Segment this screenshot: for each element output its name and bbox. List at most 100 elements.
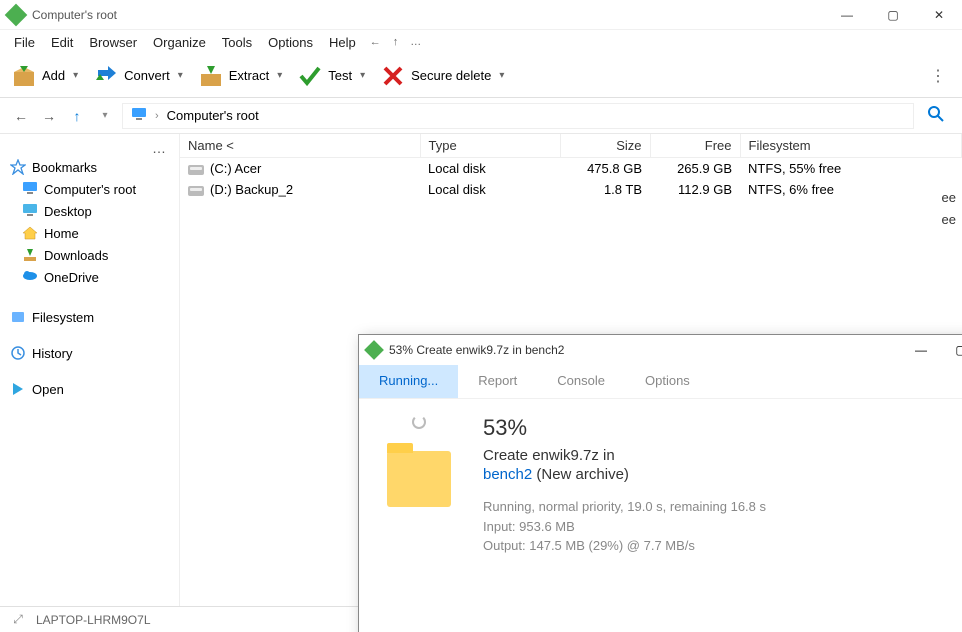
dialog-minimize-button[interactable]: — bbox=[901, 336, 941, 364]
menu-up-arrow-icon[interactable]: ↑ bbox=[387, 34, 405, 50]
history-label: History bbox=[32, 346, 72, 361]
expand-icon[interactable]: ⤢ bbox=[10, 612, 26, 627]
sidebar-item-downloads[interactable]: Downloads bbox=[4, 244, 175, 266]
nav-forward-icon[interactable]: → bbox=[38, 105, 60, 127]
sidebar-item-label: Downloads bbox=[44, 248, 108, 263]
progress-percent: 53% bbox=[483, 415, 962, 441]
menu-organize[interactable]: Organize bbox=[145, 33, 214, 52]
menu-edit[interactable]: Edit bbox=[43, 33, 81, 52]
col-fs[interactable]: Filesystem bbox=[740, 134, 962, 158]
sidebar-item-desktop[interactable]: Desktop bbox=[4, 200, 175, 222]
detail-lines: Running, normal priority, 19.0 s, remain… bbox=[483, 497, 962, 556]
col-free[interactable]: Free bbox=[650, 134, 740, 158]
target-suffix: (New archive) bbox=[532, 466, 629, 483]
target-link[interactable]: bench2 bbox=[483, 466, 532, 483]
sidebar-filesystem[interactable]: Filesystem bbox=[4, 306, 175, 328]
chevron-down-icon[interactable]: ▾ bbox=[73, 70, 78, 81]
minimize-button[interactable]: — bbox=[824, 0, 870, 30]
drive-icon bbox=[10, 309, 26, 325]
secure-delete-button[interactable]: Secure delete ▾ bbox=[375, 60, 510, 92]
cloud-icon bbox=[22, 269, 38, 285]
dialog-icon-column bbox=[379, 415, 459, 632]
tab-options[interactable]: Options bbox=[625, 365, 710, 398]
detail-input: Input: 953.6 MB bbox=[483, 517, 962, 537]
menu-file[interactable]: File bbox=[6, 33, 43, 52]
cell-free: 112.9 GB bbox=[650, 179, 740, 200]
main-area: … Bookmarks Computer's root Desktop Home… bbox=[0, 134, 962, 606]
menu-bar: File Edit Browser Organize Tools Options… bbox=[0, 30, 962, 54]
col-type[interactable]: Type bbox=[420, 134, 560, 158]
breadcrumb-chevron-icon: › bbox=[155, 110, 159, 122]
sidebar-item-root[interactable]: Computer's root bbox=[4, 178, 175, 200]
col-size[interactable]: Size bbox=[560, 134, 650, 158]
dialog-titlebar: 53% Create enwik9.7z in bench2 — ▢ ✕ bbox=[359, 335, 962, 365]
app-icon bbox=[5, 3, 28, 26]
menu-overflow-icon[interactable]: … bbox=[404, 34, 427, 50]
table-row[interactable]: (C:) Acer Local disk 475.8 GB 265.9 GB N… bbox=[180, 158, 962, 180]
test-button[interactable]: Test ▾ bbox=[292, 60, 371, 92]
convert-button[interactable]: Convert ▾ bbox=[88, 60, 189, 92]
path-text: Computer's root bbox=[167, 108, 259, 123]
nav-up-icon[interactable]: ↑ bbox=[66, 105, 88, 127]
menu-tools[interactable]: Tools bbox=[214, 33, 260, 52]
col-name[interactable]: Name < bbox=[180, 134, 420, 158]
close-button[interactable]: ✕ bbox=[916, 0, 962, 30]
file-list: Name < Type Size Free Filesystem (C:) Ac… bbox=[180, 134, 962, 606]
bookmarks-label: Bookmarks bbox=[32, 160, 97, 175]
home-icon bbox=[22, 225, 38, 241]
search-icon[interactable] bbox=[928, 106, 944, 126]
sidebar-open[interactable]: Open bbox=[4, 378, 175, 400]
maximize-button[interactable]: ▢ bbox=[870, 0, 916, 30]
dropdown-chevron-icon[interactable]: ▾ bbox=[94, 105, 116, 127]
extract-label: Extract bbox=[229, 68, 269, 83]
window-titlebar: Computer's root — ▢ ✕ bbox=[0, 0, 962, 30]
nav-back-icon[interactable]: ← bbox=[10, 105, 32, 127]
open-label: Open bbox=[32, 382, 64, 397]
chevron-down-icon[interactable]: ▾ bbox=[499, 70, 504, 81]
star-icon bbox=[10, 159, 26, 175]
sidebar-history[interactable]: History bbox=[4, 342, 175, 364]
sidebar-item-label: OneDrive bbox=[44, 270, 99, 285]
path-box[interactable]: › Computer's root bbox=[122, 103, 914, 129]
toolbar: Add ▾ Convert ▾ Extract ▾ Test ▾ Secure … bbox=[0, 54, 962, 98]
tab-report[interactable]: Report bbox=[458, 365, 537, 398]
column-headers[interactable]: Name < Type Size Free Filesystem bbox=[180, 134, 962, 158]
chevron-down-icon[interactable]: ▾ bbox=[178, 70, 183, 81]
monitor-icon bbox=[22, 181, 38, 197]
menu-browser[interactable]: Browser bbox=[81, 33, 145, 52]
status-hostname: LAPTOP-LHRM9O7L bbox=[36, 613, 151, 627]
sidebar-item-label: Computer's root bbox=[44, 182, 136, 197]
table-row[interactable]: (D:) Backup_2 Local disk 1.8 TB 112.9 GB… bbox=[180, 179, 962, 200]
obscured-row-fragment: ee bbox=[942, 190, 956, 205]
dialog-title: 53% Create enwik9.7z in bench2 bbox=[389, 343, 901, 357]
dialog-maximize-button[interactable]: ▢ bbox=[941, 336, 962, 364]
filesystem-label: Filesystem bbox=[32, 310, 94, 325]
menu-back-arrow-icon[interactable]: ← bbox=[364, 34, 387, 50]
tab-console[interactable]: Console bbox=[537, 365, 625, 398]
window-title: Computer's root bbox=[32, 8, 824, 22]
menu-options[interactable]: Options bbox=[260, 33, 321, 52]
secure-delete-label: Secure delete bbox=[411, 68, 491, 83]
progress-dialog: 53% Create enwik9.7z in bench2 — ▢ ✕ Run… bbox=[358, 334, 962, 632]
cell-name: (C:) Acer bbox=[210, 161, 261, 176]
menu-help[interactable]: Help bbox=[321, 33, 364, 52]
test-label: Test bbox=[328, 68, 352, 83]
extract-button[interactable]: Extract ▾ bbox=[193, 60, 289, 92]
chevron-down-icon[interactable]: ▾ bbox=[360, 70, 365, 81]
sidebar-bookmarks[interactable]: Bookmarks bbox=[4, 156, 175, 178]
sidebar-overflow-icon[interactable]: … bbox=[4, 140, 175, 156]
add-button[interactable]: Add ▾ bbox=[6, 60, 84, 92]
tab-running[interactable]: Running... bbox=[359, 365, 458, 398]
cell-type: Local disk bbox=[420, 158, 560, 180]
app-icon bbox=[364, 340, 384, 360]
sidebar-item-onedrive[interactable]: OneDrive bbox=[4, 266, 175, 288]
action-line: Create enwik9.7z in bbox=[483, 447, 962, 464]
sidebar-item-label: Desktop bbox=[44, 204, 92, 219]
cell-fs: NTFS, 55% free bbox=[740, 158, 962, 180]
toolbar-overflow-icon[interactable]: ⋮ bbox=[920, 66, 956, 86]
chevron-down-icon[interactable]: ▾ bbox=[277, 70, 282, 81]
spinner-icon bbox=[412, 415, 426, 429]
obscured-row-fragment: ee bbox=[942, 212, 956, 227]
cell-size: 1.8 TB bbox=[560, 179, 650, 200]
sidebar-item-home[interactable]: Home bbox=[4, 222, 175, 244]
